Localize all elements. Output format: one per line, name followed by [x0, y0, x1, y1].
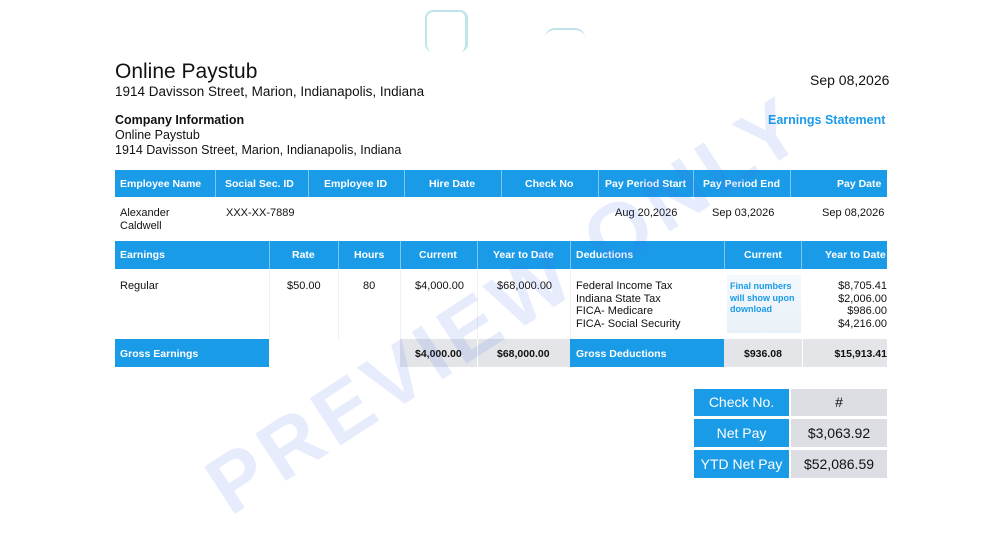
column-divider	[501, 170, 502, 197]
column-header: Pay Date	[837, 178, 882, 190]
company-name: Online Paystub	[115, 128, 200, 142]
notice-line: download	[730, 304, 772, 314]
statement-date: Sep 08,2026	[810, 72, 890, 88]
column-divider	[801, 241, 802, 269]
net-pay-label: Net Pay	[694, 419, 789, 447]
column-divider	[477, 241, 478, 269]
gross-earnings-label: Gross Earnings	[120, 348, 199, 360]
column-header: Check No	[525, 178, 574, 190]
column-header: Social Sec. ID	[225, 178, 294, 190]
employee-first-name: Alexander	[120, 207, 170, 219]
column-header: Employee Name	[120, 178, 202, 190]
employee-name: Alexander Caldwell	[120, 207, 170, 233]
column-header: Employee ID	[324, 178, 388, 190]
deductions-current-total: $936.08	[744, 348, 782, 360]
company-info-heading: Company Information	[115, 113, 245, 127]
decorative-shape	[545, 28, 585, 44]
column-divider	[269, 241, 270, 269]
column-header: Earnings	[120, 249, 165, 261]
download-notice: Final numbers will show upon download	[727, 275, 801, 333]
column-divider	[308, 170, 309, 197]
earning-hours: 80	[363, 280, 376, 292]
check-no-value: #	[791, 389, 887, 416]
column-divider	[338, 241, 339, 269]
employee-last-name: Caldwell	[120, 220, 162, 232]
deduction-ytd-value: $8,705.41	[838, 280, 887, 292]
column-header: Current	[419, 249, 457, 261]
page-title: Online Paystub	[115, 60, 258, 83]
deductions-ytd-list: $8,705.41 $2,006.00 $986.00 $4,216.00	[820, 280, 887, 330]
gross-earnings-cell: Gross Earnings	[115, 339, 269, 367]
column-divider	[802, 339, 803, 367]
employee-ssn: XXX-XX-7889	[226, 207, 295, 219]
notice-line: Final numbers	[730, 281, 792, 291]
column-header: Year to Date	[825, 249, 886, 261]
deductions-totals-band: $936.08 $15,913.41	[724, 339, 887, 367]
earning-rate: $50.00	[287, 280, 321, 292]
column-divider	[400, 241, 401, 269]
notice-line: will show upon	[730, 292, 795, 303]
deductions-ytd-total: $15,913.41	[834, 348, 887, 360]
ytd-net-pay-value: $52,086.59	[791, 450, 887, 478]
column-header: Rate	[292, 249, 315, 261]
column-header: Hours	[354, 249, 385, 261]
deduction-ytd-value: $4,216.00	[838, 317, 887, 330]
ytd-net-pay-label: YTD Net Pay	[694, 450, 789, 478]
column-header: Current	[744, 249, 782, 261]
decorative-shape	[425, 10, 468, 52]
column-divider	[724, 241, 725, 269]
deduction-ytd-value: $2,006.00	[838, 292, 887, 305]
column-divider	[338, 269, 339, 339]
header-address: 1914 Davisson Street, Marion, Indianapol…	[115, 84, 425, 99]
net-pay-value: $3,063.92	[791, 419, 887, 447]
column-header: Hire Date	[429, 178, 476, 190]
deduction-ytd-value: $986.00	[847, 305, 887, 317]
gross-deductions-label: Gross Deductions	[576, 348, 667, 360]
deduction-item: FICA- Social Security	[576, 317, 681, 330]
column-divider	[215, 170, 216, 197]
column-divider	[404, 170, 405, 197]
company-address: 1914 Davisson Street, Marion, Indianapol…	[115, 143, 402, 157]
pay-date: Sep 08,2026	[822, 207, 885, 219]
earning-type: Regular	[120, 280, 159, 292]
deduction-item: FICA- Medicare	[576, 305, 654, 317]
gross-deductions-cell: Gross Deductions	[570, 339, 724, 367]
check-no-label: Check No.	[694, 389, 789, 416]
column-divider	[269, 269, 270, 339]
